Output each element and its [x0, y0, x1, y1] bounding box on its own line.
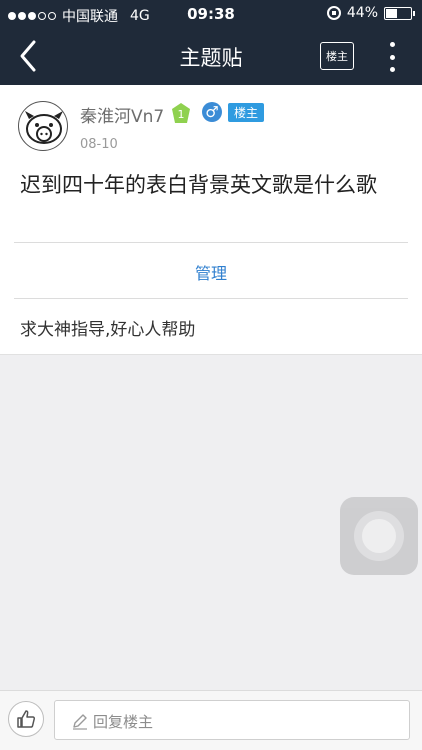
- battery-icon: [384, 6, 415, 20]
- divider: [14, 298, 408, 299]
- pencil-icon: [73, 714, 87, 730]
- thumbs-up-icon: [17, 710, 36, 728]
- male-gender-icon: ♂: [202, 102, 222, 122]
- assistive-touch-button[interactable]: [340, 497, 418, 575]
- level-badge-icon: 1: [172, 103, 190, 123]
- post-body: 求大神指导,好心人帮助: [20, 320, 196, 340]
- top-bar: 中国联通 4G 09:38 44% 主题贴 楼主: [0, 0, 422, 85]
- status-bar: 中国联通 4G 09:38 44%: [0, 0, 422, 28]
- avatar[interactable]: [18, 101, 68, 151]
- dot: [389, 67, 395, 72]
- navigation-bar: 主题贴 楼主: [0, 28, 422, 85]
- post-title: 迟到四十年的表白背景英文歌是什么歌: [20, 173, 377, 197]
- post-date: 08-10: [80, 137, 118, 152]
- divider: [14, 242, 408, 243]
- op-only-toggle-button[interactable]: 楼主: [320, 42, 354, 70]
- manage-link[interactable]: 管理: [0, 260, 422, 284]
- like-button[interactable]: [8, 701, 44, 737]
- reply-placeholder: 回复楼主: [93, 713, 154, 731]
- host-badge: 楼主: [228, 103, 265, 122]
- username[interactable]: 秦淮河Vn7: [80, 102, 164, 127]
- assistive-touch-center: [362, 519, 396, 553]
- dot: [389, 42, 395, 47]
- reply-input[interactable]: 回复楼主: [54, 700, 410, 740]
- more-options-button[interactable]: [386, 42, 398, 72]
- bottom-reply-bar: 回复楼主: [0, 690, 422, 750]
- battery-fill: [386, 8, 397, 18]
- post-card: 秦淮河Vn7 1 ♂ 楼主 08-10 迟到四十年的表白背景英文歌是什么歌 管理…: [0, 85, 422, 355]
- battery-percent: 44%: [346, 5, 378, 21]
- pig-avatar-icon: [25, 111, 63, 144]
- level-number: 1: [178, 108, 185, 121]
- page-title: 主题贴: [179, 46, 243, 70]
- rotation-lock-icon: [326, 6, 341, 20]
- dot: [389, 54, 395, 60]
